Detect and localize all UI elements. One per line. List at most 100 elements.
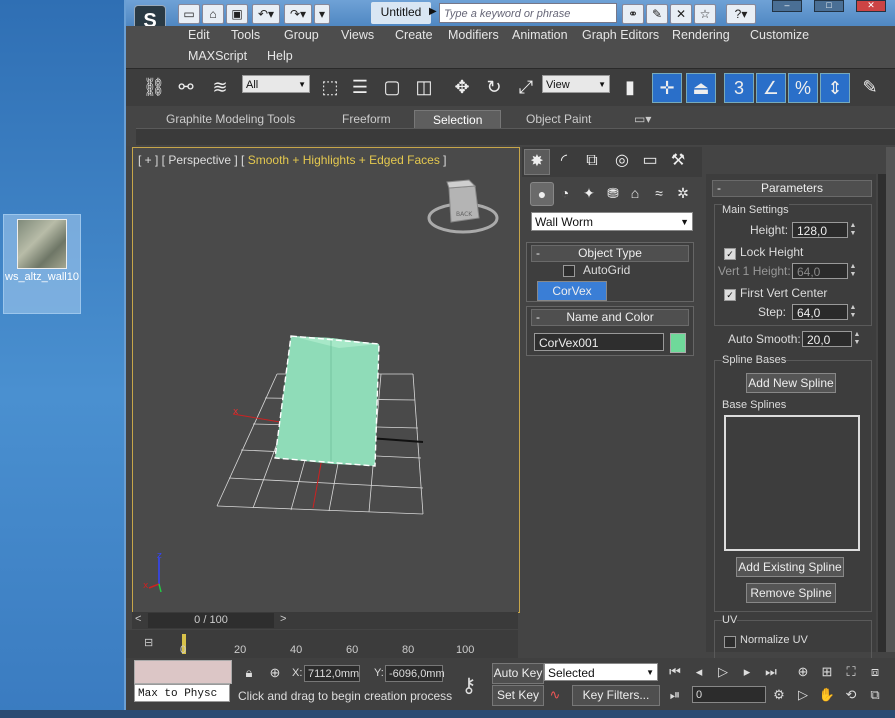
minimize-button[interactable]: –: [772, 0, 802, 12]
scale-icon[interactable]: ⤢: [512, 73, 540, 101]
vert1-spinner-arrows[interactable]: ▲ ▼: [848, 263, 858, 279]
maxscript-listener-mini[interactable]: [134, 660, 232, 684]
rotate-icon[interactable]: ↻: [480, 73, 508, 101]
add-existing-spline-button[interactable]: Add Existing Spline: [736, 557, 844, 577]
menu-tools[interactable]: Tools: [231, 28, 260, 42]
time-slider[interactable]: < 0 / 100 >: [132, 612, 518, 629]
parameters-header[interactable]: - Parameters: [712, 180, 872, 197]
lock-height-checkbox[interactable]: ✓: [724, 246, 736, 260]
step-spinner-arrows[interactable]: ▲ ▼: [848, 304, 858, 320]
unlink-icon[interactable]: ⚯: [172, 73, 200, 101]
zoom-all-icon[interactable]: ⊞: [818, 663, 836, 681]
menu-rendering[interactable]: Rendering: [672, 28, 730, 42]
tab-freeform[interactable]: Freeform: [342, 110, 391, 128]
menu-group[interactable]: Group: [284, 28, 319, 42]
height-spinner-arrows[interactable]: ▲ ▼: [848, 222, 858, 238]
maxscript-mini-input[interactable]: Max to Physc: [134, 684, 230, 702]
x-coord-field[interactable]: 7112,0mm: [304, 665, 360, 682]
key-icon[interactable]: ⚷: [450, 668, 488, 704]
menu-modifiers[interactable]: Modifiers: [448, 28, 499, 42]
step-spinner[interactable]: 64,0: [792, 304, 848, 320]
edit-named-selection-icon[interactable]: ✎: [856, 73, 884, 101]
key-curve-icon[interactable]: ∿: [546, 686, 564, 704]
lights-icon[interactable]: ✦: [578, 182, 600, 204]
remove-spline-button[interactable]: Remove Spline: [746, 583, 836, 603]
name-color-header[interactable]: - Name and Color: [531, 309, 689, 326]
favorites-icon[interactable]: ☆: [694, 4, 716, 24]
redo-icon[interactable]: ↷▾: [284, 4, 312, 24]
key-mode-toggle-icon[interactable]: ⏯: [666, 686, 684, 704]
geometry-icon[interactable]: ●: [530, 182, 554, 206]
new-file-icon[interactable]: ▭: [178, 4, 200, 24]
add-new-spline-button[interactable]: Add New Spline: [746, 373, 836, 393]
zoom-icon[interactable]: ⊕: [794, 663, 812, 681]
rectangular-selection-icon[interactable]: ▢: [378, 73, 406, 101]
snaps-toggle-icon[interactable]: 3: [724, 73, 754, 103]
selection-lock-icon[interactable]: 🔒︎: [240, 664, 258, 682]
auto-smooth-arrows[interactable]: ▲ ▼: [852, 331, 862, 347]
window-crossing-icon[interactable]: ◫: [410, 73, 438, 101]
angle-snap-icon[interactable]: ∠: [756, 73, 786, 103]
normalize-uv-checkbox[interactable]: [724, 636, 736, 651]
maximize-button[interactable]: □: [814, 0, 844, 12]
utilities-tab-icon[interactable]: ⚒: [666, 149, 690, 173]
tab-object-paint[interactable]: Object Paint: [526, 110, 591, 128]
cameras-icon[interactable]: ⛃: [602, 182, 624, 204]
mini-curve-editor-icon[interactable]: ⊟: [144, 636, 160, 650]
current-frame-field[interactable]: 0: [692, 686, 766, 703]
menu-views[interactable]: Views: [341, 28, 374, 42]
orbit-icon[interactable]: ⟲: [842, 686, 860, 704]
menu-customize[interactable]: Customize: [750, 28, 809, 42]
subscription-icon[interactable]: ✎: [646, 4, 668, 24]
systems-icon[interactable]: ✲: [672, 182, 694, 204]
communication-center-icon[interactable]: ✕: [670, 4, 692, 24]
hierarchy-tab-icon[interactable]: ⧉: [580, 149, 604, 173]
perspective-viewport[interactable]: [ + ] [ Perspective ] [ Smooth + Highlig…: [132, 147, 520, 613]
reference-coordinate-dropdown[interactable]: View ▼: [542, 75, 610, 93]
undo-icon[interactable]: ↶▾: [252, 4, 280, 24]
auto-key-button[interactable]: Auto Key: [492, 663, 544, 684]
time-slider-thumb[interactable]: 0 / 100: [148, 613, 274, 628]
autogrid-checkbox[interactable]: [563, 265, 575, 280]
time-prev-icon[interactable]: <: [135, 613, 141, 625]
bind-space-warp-icon[interactable]: ≋: [206, 73, 234, 101]
desktop-file-icon[interactable]: ws_altz_wall10: [3, 214, 81, 314]
menu-help[interactable]: Help: [267, 49, 293, 63]
time-next-icon[interactable]: >: [280, 613, 286, 625]
menu-create[interactable]: Create: [395, 28, 433, 42]
search-expand-icon[interactable]: ▶: [429, 6, 437, 17]
category-dropdown[interactable]: Wall Worm ▼: [531, 212, 693, 231]
previous-frame-icon[interactable]: ◂: [690, 663, 708, 681]
keyboard-shortcut-override-icon[interactable]: ⏏: [686, 73, 716, 103]
object-name-field[interactable]: CorVex001: [534, 333, 664, 351]
binoculars-icon[interactable]: ⚭: [622, 4, 644, 24]
save-icon[interactable]: ▣: [226, 4, 248, 24]
tab-selection[interactable]: Selection: [414, 110, 502, 129]
shapes-icon[interactable]: ◔: [554, 182, 576, 204]
field-of-view-icon[interactable]: ▷: [794, 686, 812, 704]
search-input[interactable]: Type a keyword or phrase: [439, 3, 617, 23]
display-tab-icon[interactable]: ▭: [638, 149, 662, 173]
track-bar[interactable]: ⊟ 0 20 40 60 80 100: [126, 630, 518, 658]
motion-tab-icon[interactable]: ◎: [610, 149, 634, 173]
percent-snap-icon[interactable]: %: [788, 73, 818, 103]
help-icon[interactable]: ?▾: [726, 4, 756, 24]
open-file-icon[interactable]: ⌂: [202, 4, 224, 24]
play-icon[interactable]: ▷: [714, 663, 732, 681]
y-coord-field[interactable]: -6096,0mm: [385, 665, 445, 682]
select-by-name-icon[interactable]: ☰: [346, 73, 374, 101]
link-icon[interactable]: ⛓: [140, 73, 168, 101]
quick-access-menu-icon[interactable]: ▾: [314, 4, 330, 24]
pivot-center-icon[interactable]: ▮: [616, 73, 644, 101]
time-configuration-icon[interactable]: ⚙: [770, 686, 788, 704]
select-manipulate-icon[interactable]: ✛: [652, 73, 682, 103]
next-frame-icon[interactable]: ▸: [738, 663, 756, 681]
maximize-viewport-icon[interactable]: ⧉: [866, 686, 884, 704]
pan-icon[interactable]: ✋: [818, 686, 836, 704]
viewcube-widget[interactable]: BACK: [427, 179, 499, 234]
zoom-extents-icon[interactable]: ⛶: [842, 663, 860, 681]
transform-type-in-icon[interactable]: ⊕: [266, 664, 284, 682]
spinner-snap-icon[interactable]: ⇕: [820, 73, 850, 103]
modify-tab-icon[interactable]: ◜: [552, 149, 576, 173]
helpers-icon[interactable]: ⌂: [624, 182, 646, 204]
